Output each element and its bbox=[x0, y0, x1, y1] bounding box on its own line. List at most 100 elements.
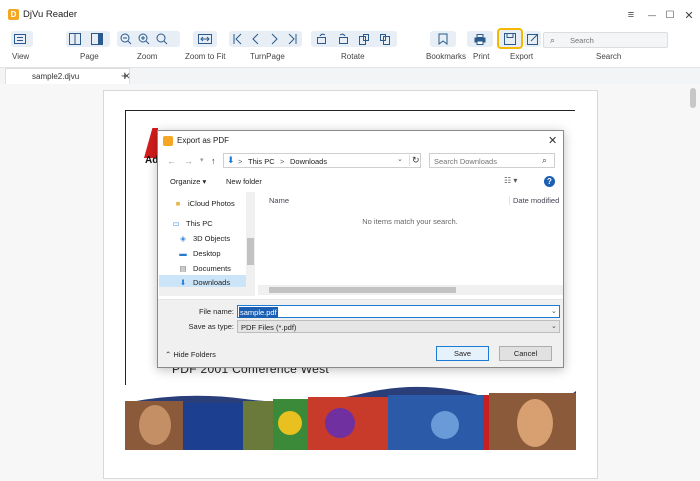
rotate-left-icon[interactable] bbox=[311, 31, 332, 47]
file-name-dropdown-icon[interactable]: ⌄ bbox=[551, 307, 557, 315]
up-arrow-icon[interactable]: ↑ bbox=[211, 156, 216, 166]
view-button[interactable] bbox=[11, 31, 33, 47]
next-page-icon[interactable] bbox=[265, 31, 283, 47]
bookmarks-button[interactable] bbox=[430, 31, 456, 47]
save-as-type-select[interactable]: PDF Files (*.pdf) ⌄ bbox=[237, 320, 560, 333]
file-list-horizontal-scrollbar[interactable] bbox=[258, 285, 563, 295]
chevron-up-icon: ⌃ bbox=[165, 350, 172, 359]
nav-item-label: iCloud Photos bbox=[188, 199, 235, 208]
toolbar: View Page Zoom Zoom to Fit TurnPage Rota… bbox=[0, 28, 700, 68]
nav-item-label: This PC bbox=[186, 219, 213, 228]
dialog-search-input[interactable] bbox=[434, 156, 534, 166]
file-list-pane: Name Date modified No items match your s… bbox=[258, 192, 562, 296]
nav-scroll-thumb[interactable] bbox=[247, 238, 254, 265]
file-name-value: sample.pdf bbox=[239, 307, 278, 318]
back-arrow-icon[interactable]: ← bbox=[167, 156, 176, 166]
print-label: Print bbox=[473, 52, 490, 61]
nav-item-label: Documents bbox=[193, 264, 231, 273]
view-icon bbox=[11, 31, 29, 47]
dialog-search-box[interactable]: ⌕ bbox=[429, 153, 555, 168]
zoom-label: Zoom bbox=[137, 52, 158, 61]
nav-item-documents[interactable]: ▤ Documents bbox=[178, 264, 231, 273]
downloads-folder-icon: ⬇ bbox=[227, 155, 235, 165]
column-header-name[interactable]: Name bbox=[269, 196, 289, 205]
new-folder-button[interactable]: New folder bbox=[226, 177, 262, 186]
desktop-icon: ▬ bbox=[179, 249, 187, 258]
bookmarks-label: Bookmarks bbox=[426, 52, 467, 61]
column-header-date-modified[interactable]: Date modified bbox=[509, 196, 559, 205]
title-bar: D DjVu Reader ≡ — ☐ ✕ bbox=[0, 0, 700, 28]
maximize-button[interactable]: ☐ bbox=[661, 6, 679, 24]
nav-item-desktop[interactable]: ▬ Desktop bbox=[178, 249, 221, 258]
new-tab-icon[interactable]: + bbox=[121, 68, 129, 83]
nav-item-downloads[interactable]: ⬇ Downloads bbox=[178, 278, 230, 287]
downloads-icon: ⬇ bbox=[179, 278, 187, 287]
hide-folders-toggle[interactable]: ⌃ Hide Folders bbox=[165, 350, 216, 359]
edit-export-button[interactable] bbox=[524, 31, 541, 47]
turnpage-label: TurnPage bbox=[250, 52, 285, 61]
minimize-button[interactable]: — bbox=[643, 6, 661, 24]
page-label: Page bbox=[80, 52, 99, 61]
actual-size-icon[interactable] bbox=[153, 31, 171, 47]
empty-message: No items match your search. bbox=[362, 217, 458, 226]
view-options-icon[interactable]: ☷ ▾ bbox=[504, 176, 517, 185]
nav-item-this-pc[interactable]: ▭ This PC bbox=[171, 219, 213, 228]
help-icon[interactable]: ? bbox=[544, 176, 555, 187]
save-icon bbox=[504, 32, 516, 45]
address-separator-icon: > bbox=[238, 157, 243, 166]
last-page-icon[interactable] bbox=[283, 31, 301, 47]
refresh-icon[interactable]: ↻ bbox=[409, 155, 420, 166]
scroll-thumb[interactable] bbox=[269, 287, 456, 293]
search-input[interactable] bbox=[570, 34, 662, 46]
file-name-field[interactable]: sample.pdf ⌄ bbox=[237, 305, 560, 318]
cancel-button[interactable]: Cancel bbox=[499, 346, 552, 361]
export-dialog: Export as PDF ✕ ← → ▾ ↑ ⬇ > This PC > Do… bbox=[157, 130, 564, 368]
view-label: View bbox=[12, 52, 30, 61]
first-page-icon[interactable] bbox=[229, 31, 247, 47]
zoom-in-icon[interactable] bbox=[135, 31, 153, 47]
rotate-right-icon[interactable] bbox=[332, 31, 353, 47]
previous-page-icon[interactable] bbox=[247, 31, 265, 47]
single-page-icon[interactable] bbox=[66, 31, 84, 47]
hide-folders-label: Hide Folders bbox=[173, 350, 216, 359]
file-name-label: File name: bbox=[198, 307, 234, 316]
zoom-group bbox=[117, 31, 180, 47]
nav-item-label: Desktop bbox=[193, 249, 221, 258]
save-button[interactable]: Save bbox=[436, 346, 489, 361]
organize-menu[interactable]: Organize ▾ bbox=[170, 177, 206, 186]
forward-arrow-icon[interactable]: → bbox=[184, 156, 193, 166]
dialog-close-icon[interactable]: ✕ bbox=[548, 134, 557, 147]
close-button[interactable]: ✕ bbox=[680, 6, 698, 24]
save-as-type-label: Save as type: bbox=[188, 322, 234, 331]
nav-item-icloud-photos[interactable]: ■ iCloud Photos bbox=[173, 199, 235, 208]
zoom-out-icon[interactable] bbox=[117, 31, 135, 47]
3d-objects-icon: ◈ bbox=[180, 234, 186, 243]
save-as-type-dropdown-icon[interactable]: ⌄ bbox=[551, 322, 557, 330]
breadcrumb-this-pc[interactable]: This PC bbox=[248, 157, 275, 166]
save-as-type-value: PDF Files (*.pdf) bbox=[241, 323, 297, 332]
export-button[interactable] bbox=[497, 28, 523, 49]
dialog-title: Export as PDF bbox=[177, 136, 230, 145]
app-logo-icon: D bbox=[8, 9, 19, 20]
search-box[interactable]: ⌕ bbox=[543, 32, 668, 48]
address-separator-icon: > bbox=[280, 157, 285, 166]
zoom-to-fit-button[interactable] bbox=[193, 31, 217, 47]
address-dropdown-icon[interactable]: ⌄ bbox=[397, 155, 407, 163]
print-button[interactable] bbox=[467, 31, 493, 47]
address-bar[interactable]: ⬇ > This PC > Downloads ⌄ ↻ bbox=[223, 153, 421, 168]
menu-icon[interactable]: ≡ bbox=[622, 6, 640, 24]
navigation-pane: ■ iCloud Photos ▭ This PC ◈ 3D Objects ▬ Des… bbox=[159, 192, 256, 296]
vertical-scrollbar[interactable] bbox=[690, 88, 696, 108]
breadcrumb-downloads[interactable]: Downloads bbox=[290, 157, 327, 166]
rotate-page-right-icon[interactable] bbox=[374, 31, 395, 47]
recent-locations-icon[interactable]: ▾ bbox=[200, 156, 204, 164]
nav-item-3d-objects[interactable]: ◈ 3D Objects bbox=[178, 234, 230, 243]
tab-sample2[interactable]: sample2.djvu ✕ bbox=[5, 68, 131, 84]
double-page-icon[interactable] bbox=[88, 31, 106, 47]
printer-icon bbox=[467, 31, 493, 47]
zoom-to-fit-label: Zoom to Fit bbox=[185, 52, 226, 61]
zoom-to-fit-icon bbox=[193, 31, 217, 47]
nav-horizontal-scrollbar[interactable] bbox=[159, 287, 247, 296]
command-bar: Organize ▾ New folder ☷ ▾ ? bbox=[158, 173, 563, 191]
rotate-page-left-icon[interactable] bbox=[353, 31, 374, 47]
